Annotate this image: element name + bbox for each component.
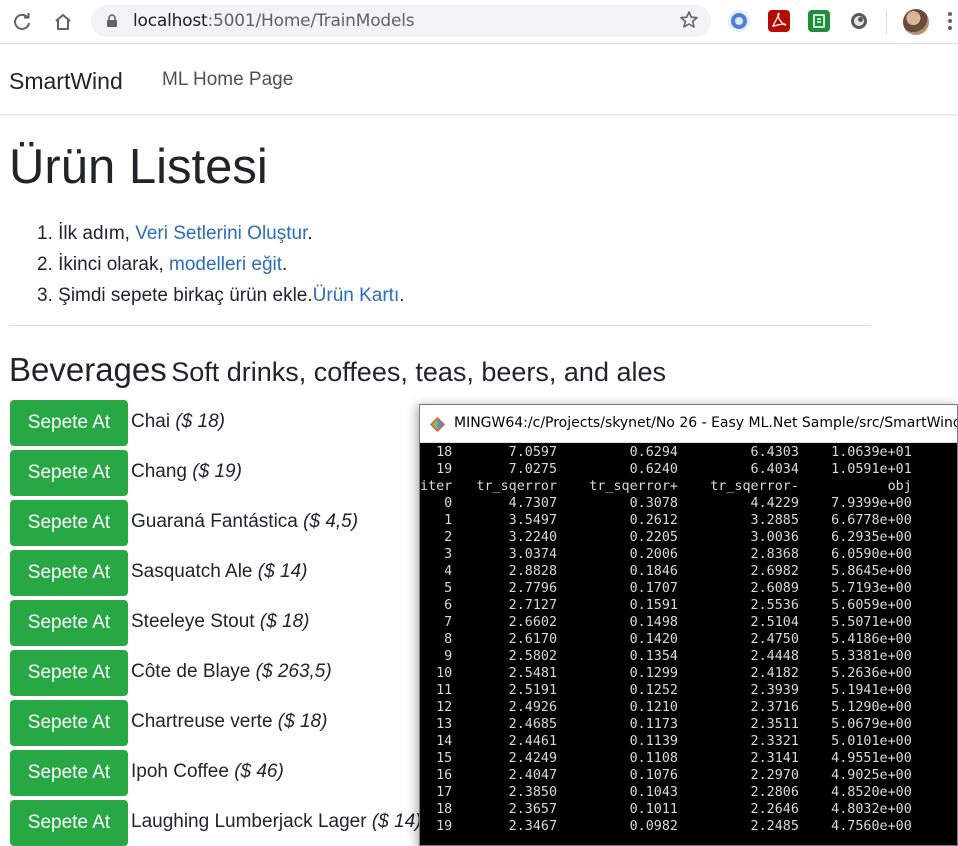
info-icon[interactable] [106,14,118,33]
add-to-cart-button[interactable]: Sepete At [10,600,128,646]
product-label: Sasquatch Ale ($ 14) [131,561,308,582]
add-to-cart-button[interactable]: Sepete At [10,800,128,846]
train-models-link[interactable]: modelleri eğit [169,254,282,275]
git-diamond-icon [429,416,446,433]
product-label: Guaraná Fantástica ($ 4,5) [131,511,359,532]
profile-avatar[interactable] [903,9,929,35]
menu-icon[interactable] [948,12,952,32]
extension-icon-blue[interactable] [728,10,750,32]
browser-toolbar: localhost:5001/Home/TrainModels [0,0,958,44]
product-label: Steeleye Stout ($ 18) [131,611,310,632]
product-label: Côte de Blaye ($ 263,5) [131,661,332,682]
product-label: Chai ($ 18) [131,411,225,432]
terminal-window[interactable]: MINGW64:/c/Projects/skynet/No 26 - Easy … [419,404,958,846]
add-to-cart-button[interactable]: Sepete At [10,650,128,696]
toolbar-divider [886,10,887,34]
steps-list: 1. İlk adım, Veri Setlerini Oluştur. 2. … [37,218,405,311]
page-title: Ürün Listesi [9,140,268,194]
url-text: localhost:5001/Home/TrainModels [133,11,415,31]
category-heading: Beverages Soft drinks, coffees, teas, be… [9,351,666,389]
category-description: Soft drinks, coffees, teas, beers, and a… [171,357,666,387]
nav-link-ml-home[interactable]: ML Home Page [162,69,293,91]
product-label: Chartreuse verte ($ 18) [131,711,328,732]
add-to-cart-button[interactable]: Sepete At [10,700,128,746]
add-to-cart-button[interactable]: Sepete At [10,450,128,496]
step-item: 3. Şimdi sepete birkaç ürün ekle.Ürün Ka… [37,285,405,306]
product-label: Ipoh Coffee ($ 46) [131,761,284,782]
home-icon[interactable] [49,8,77,36]
terminal-title: MINGW64:/c/Projects/skynet/No 26 - Easy … [454,415,958,431]
step-item: 2. İkinci olarak, modelleri eğit. [37,254,288,275]
add-to-cart-button[interactable]: Sepete At [10,400,128,446]
add-to-cart-button[interactable]: Sepete At [10,550,128,596]
add-to-cart-button[interactable]: Sepete At [10,750,128,796]
add-to-cart-button[interactable]: Sepete At [10,500,128,546]
address-bar[interactable]: localhost:5001/Home/TrainModels [91,5,711,37]
product-label: Laughing Lumberjack Lager ($ 14) [131,811,422,832]
terminal-output: 18 7.0597 0.6294 6.4303 1.0639e+01 19 7.… [420,445,912,834]
pdf-extension-icon[interactable] [768,10,790,32]
product-card-link[interactable]: Ürün Kartı [313,285,400,306]
create-datasets-link[interactable]: Veri Setlerini Oluştur [135,223,307,244]
product-label: Chang ($ 19) [131,461,242,482]
sheets-extension-icon[interactable] [808,10,830,32]
reload-icon[interactable] [8,8,36,36]
category-name: Beverages [9,351,167,388]
site-navbar: SmartWind ML Home Page [0,45,958,115]
terminal-titlebar[interactable]: MINGW64:/c/Projects/skynet/No 26 - Easy … [420,405,958,443]
navbar-brand[interactable]: SmartWind [9,68,123,95]
extension-icon-grey[interactable] [848,10,870,32]
bookmark-star-icon[interactable] [679,10,699,35]
step-item: 1. İlk adım, Veri Setlerini Oluştur. [37,223,313,244]
divider-line [9,325,871,326]
